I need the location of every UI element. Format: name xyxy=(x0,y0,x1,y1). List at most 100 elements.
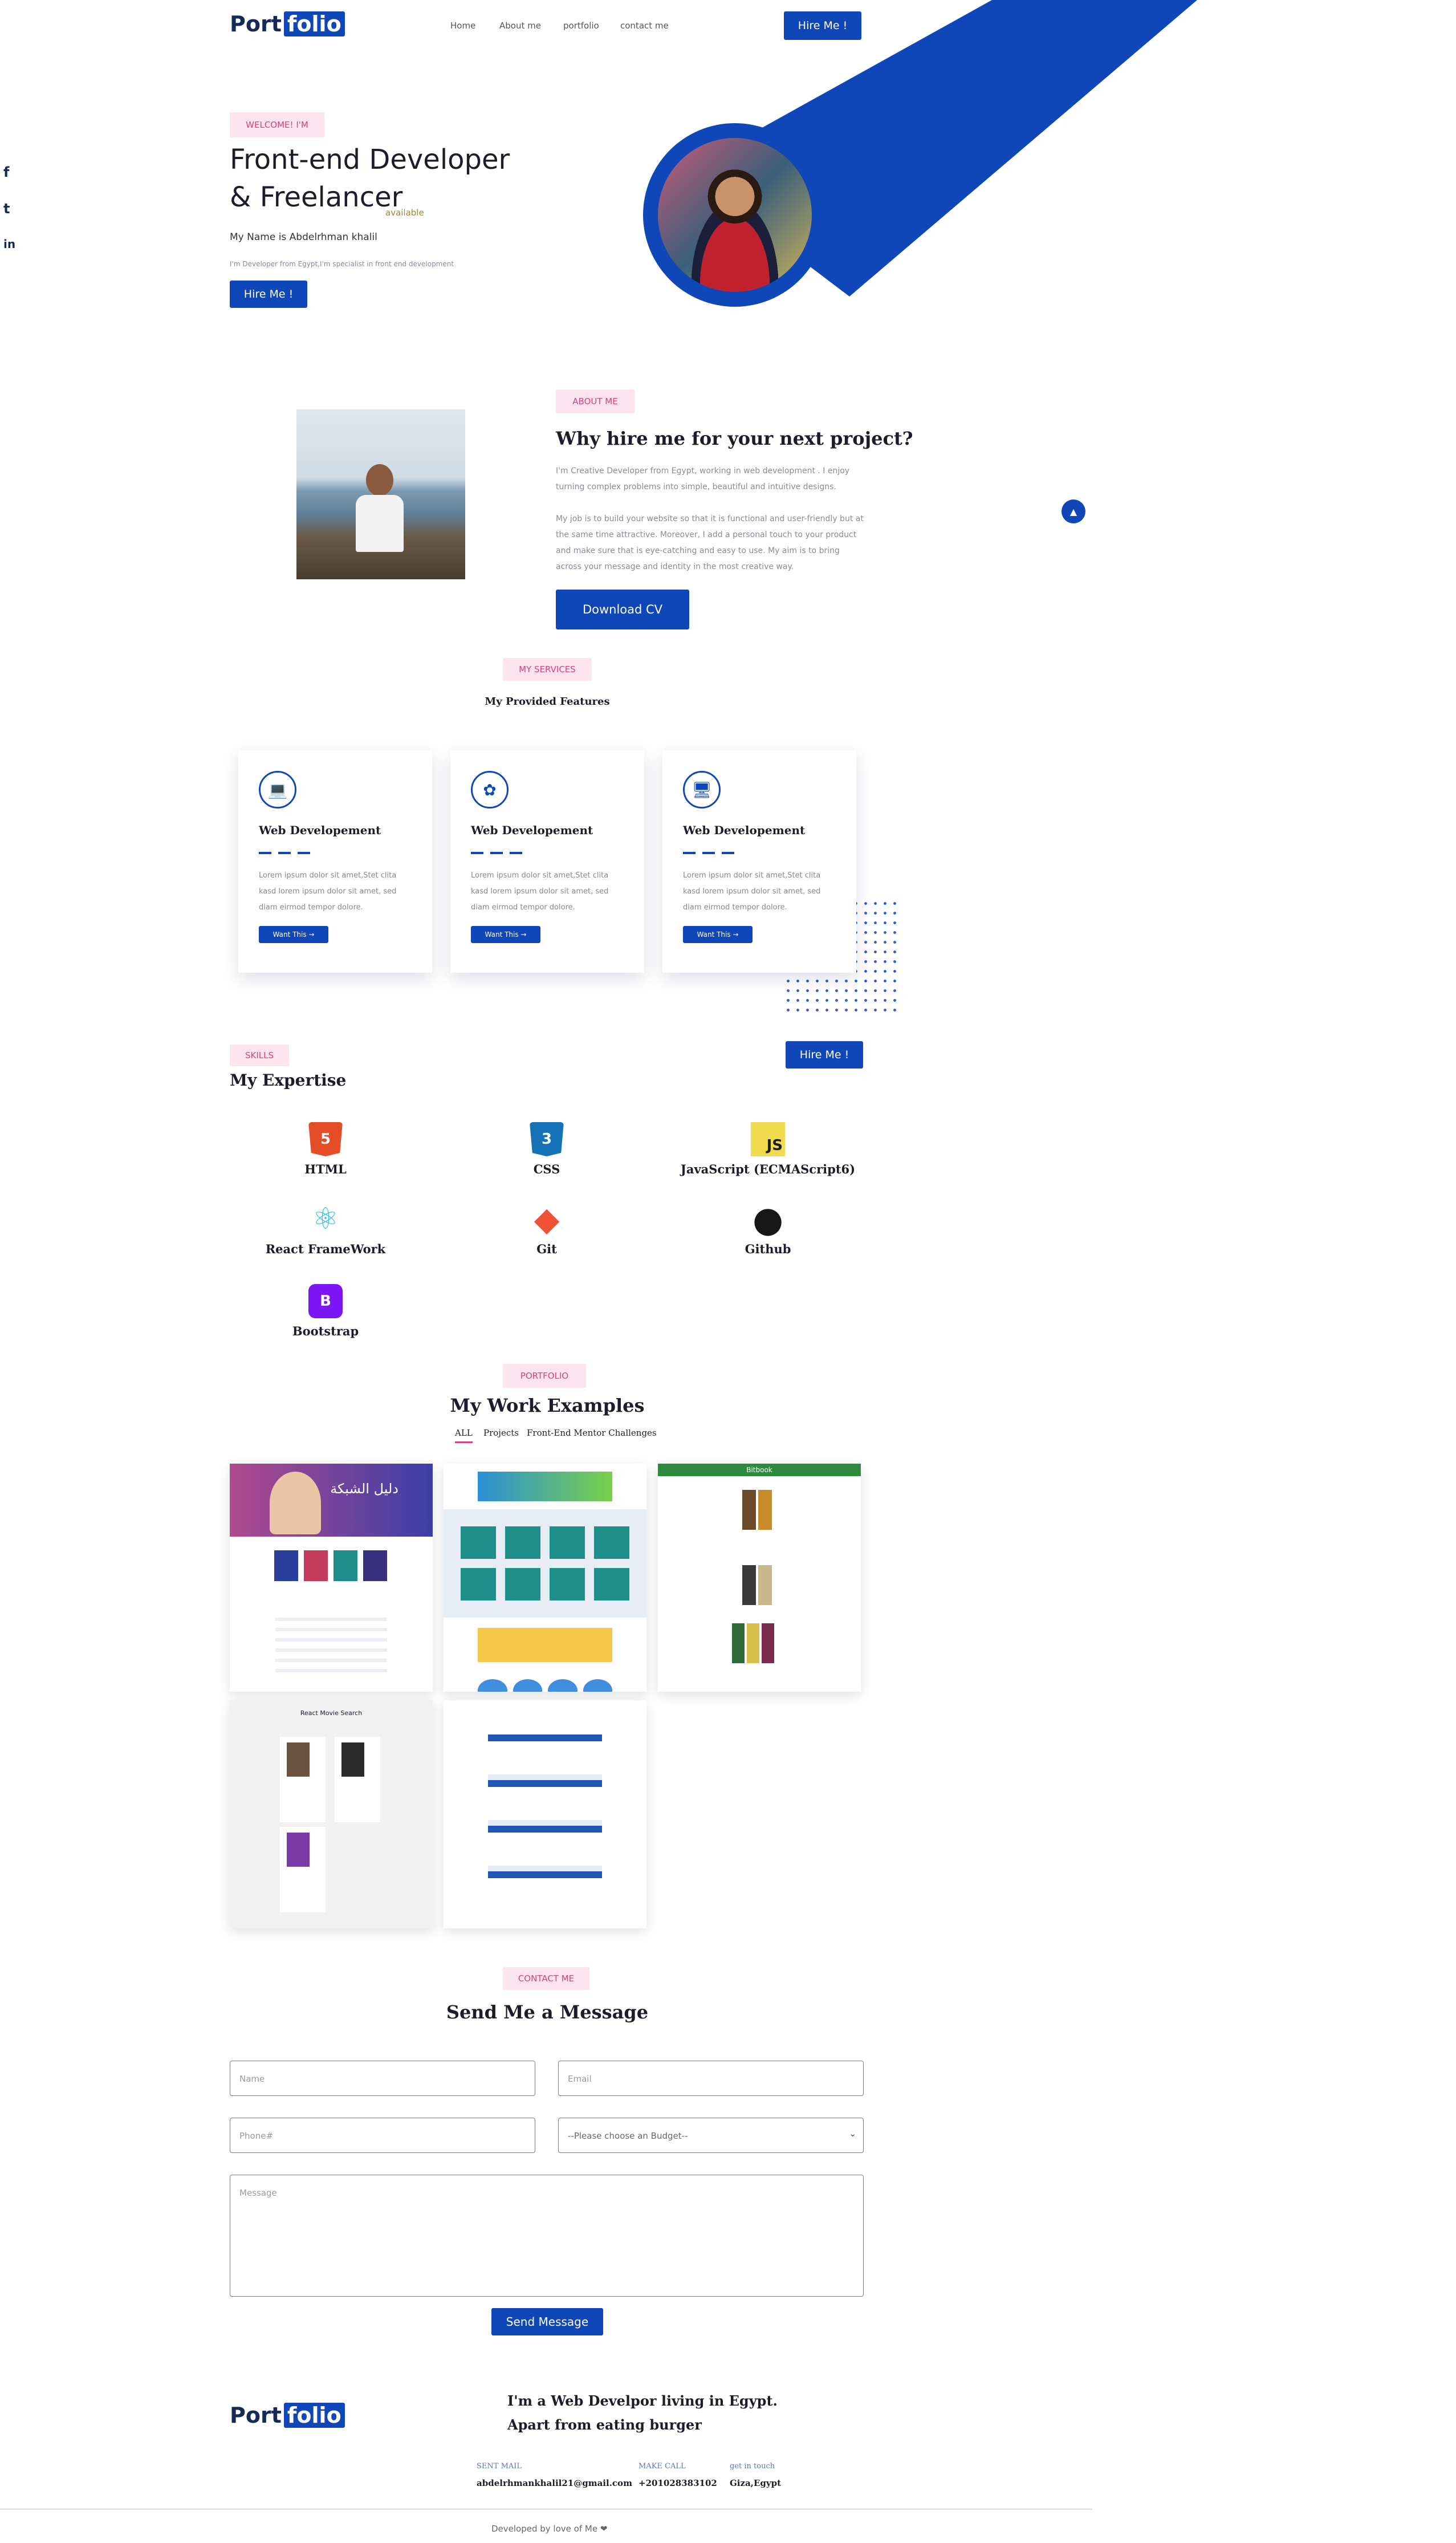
skills-badge: SKILLS xyxy=(230,1045,289,1066)
name-field[interactable]: Name xyxy=(230,2061,535,2096)
service-card: ✿ Web Developement Lorem ipsum dolor sit… xyxy=(450,750,644,973)
skill-label: React FrameWork xyxy=(265,1242,386,1256)
project-screenshot[interactable]: React Movie Search xyxy=(230,1700,433,1928)
skill-label: Github xyxy=(745,1242,791,1256)
service-text: Lorem ipsum dolor sit amet,Stet clita ka… xyxy=(471,871,609,912)
monitor-icon: 🖥 xyxy=(683,771,721,809)
project-screenshot[interactable]: Bitbook xyxy=(658,1464,861,1692)
skill-css: 3 CSS xyxy=(453,1122,641,1176)
hero-available-text: available xyxy=(385,208,424,218)
laptop-icon: 💻 xyxy=(259,771,296,809)
skills-title: My Expertise xyxy=(230,1071,347,1090)
project-heading: React Movie Search xyxy=(300,1709,363,1717)
services-badge: MY SERVICES xyxy=(503,658,592,681)
git-icon: ◆ xyxy=(534,1200,560,1238)
project-heading: دليل الشبكة xyxy=(330,1481,398,1497)
skills-hire-button[interactable]: Hire Me ! xyxy=(786,1041,863,1069)
service-title: Web Developement xyxy=(259,823,381,837)
phone-field[interactable]: Phone# xyxy=(230,2118,535,2153)
arrow-up-icon: ▲ xyxy=(1069,506,1077,517)
nav-about[interactable]: About me xyxy=(499,21,541,31)
email-field[interactable]: Email xyxy=(558,2061,864,2096)
skill-git: ◆ Git xyxy=(453,1200,641,1256)
hero-avatar xyxy=(643,123,827,307)
project-screenshot[interactable] xyxy=(444,1464,646,1692)
skill-label: Bootstrap xyxy=(292,1324,359,1338)
contact-badge: CONTACT ME xyxy=(503,1967,589,1990)
send-message-button[interactable]: Send Message xyxy=(491,2308,603,2335)
divider xyxy=(471,852,522,854)
bootstrap-icon: B xyxy=(308,1284,343,1318)
want-this-button[interactable]: Want This → xyxy=(259,926,328,943)
hero-title-line2: & Freelancer xyxy=(230,181,403,213)
service-card: 🖥 Web Developement Lorem ipsum dolor sit… xyxy=(662,750,856,973)
skill-javascript: JS JavaScript (ECMAScript6) xyxy=(674,1122,862,1176)
divider xyxy=(259,852,310,854)
hero-description: I'm Developer from Egypt,I'm specialist … xyxy=(230,260,454,268)
nav-contact[interactable]: contact me xyxy=(620,21,669,31)
skill-label: CSS xyxy=(533,1162,560,1176)
divider xyxy=(683,852,734,854)
budget-select[interactable]: --Please choose an Budget-- ⌄ xyxy=(558,2118,864,2153)
portfolio-tab-all[interactable]: ALL xyxy=(455,1428,473,1443)
github-icon: ● xyxy=(752,1198,784,1240)
footer-mail[interactable]: abdelrhmankhalil21@gmail.com xyxy=(477,2478,632,2488)
skill-label: HTML xyxy=(304,1162,347,1176)
scroll-top-button[interactable]: ▲ xyxy=(1062,499,1085,523)
brand-part2: folio xyxy=(283,11,345,36)
hero-title-line1: Front-end Developer xyxy=(230,144,510,176)
nav-home[interactable]: Home xyxy=(450,21,475,31)
nav-portfolio[interactable]: portfolio xyxy=(563,21,599,31)
footer-phone[interactable]: +201028383102 xyxy=(638,2478,717,2488)
brand-logo[interactable]: Port folio xyxy=(230,11,345,36)
message-textarea[interactable]: Message xyxy=(230,2175,864,2297)
service-title: Web Developement xyxy=(471,823,593,837)
hero-name: My Name is Abdelrhman khalil xyxy=(230,231,377,243)
services-title: My Provided Features xyxy=(485,696,610,708)
chevron-down-icon: ⌄ xyxy=(849,2128,856,2139)
skill-html: 5 HTML xyxy=(231,1122,420,1176)
project-heading: Bitbook xyxy=(658,1464,861,1476)
skill-bootstrap: B Bootstrap xyxy=(231,1284,420,1338)
brand-part2: folio xyxy=(283,2403,345,2428)
about-title: Why hire me for your next project? xyxy=(556,428,913,449)
html5-icon: 5 xyxy=(308,1122,343,1156)
design-icon: ✿ xyxy=(471,771,509,809)
footer-mail-label: SENT MAIL xyxy=(477,2462,522,2471)
project-screenshot[interactable]: دليل الشبكة xyxy=(230,1464,433,1692)
portfolio-tab-challenges[interactable]: Front-End Mentor Challenges xyxy=(527,1428,657,1438)
hero-badge: WELCOME! I'M xyxy=(230,112,324,137)
react-icon: ⚛ xyxy=(312,1202,339,1236)
budget-select-value: --Please choose an Budget-- xyxy=(568,2131,688,2141)
twitter-icon[interactable]: t xyxy=(3,201,10,217)
project-screenshot[interactable] xyxy=(444,1700,646,1928)
javascript-icon: JS xyxy=(751,1122,785,1156)
footer-tagline-2: Apart from eating burger xyxy=(507,2416,702,2433)
brand-part1: Port xyxy=(230,11,282,36)
skill-react: ⚛ React FrameWork xyxy=(231,1202,420,1256)
skill-github: ● Github xyxy=(674,1198,862,1257)
contact-title: Send Me a Message xyxy=(446,2001,649,2023)
want-this-button[interactable]: Want This → xyxy=(683,926,753,943)
service-text: Lorem ipsum dolor sit amet,Stet clita ka… xyxy=(259,871,397,912)
skill-label: JavaScript (ECMAScript6) xyxy=(680,1162,856,1176)
footer-logo[interactable]: Port folio xyxy=(230,2403,345,2428)
footer-touch-label: get in touch xyxy=(730,2462,775,2471)
download-cv-button[interactable]: Download CV xyxy=(556,590,689,629)
facebook-icon[interactable]: f xyxy=(3,164,9,180)
about-paragraph-1: I'm Creative Developer from Egypt, worki… xyxy=(556,466,850,491)
portfolio-title: My Work Examples xyxy=(450,1395,645,1416)
hero-hire-button[interactable]: Hire Me ! xyxy=(230,281,307,308)
footer-tagline-1: I'm a Web Develpor living in Egypt. xyxy=(507,2392,778,2409)
about-paragraph-2: My job is to build your website so that … xyxy=(556,514,864,571)
linkedin-icon[interactable]: in xyxy=(3,237,15,251)
css3-icon: 3 xyxy=(530,1122,564,1156)
want-this-button[interactable]: Want This → xyxy=(471,926,540,943)
about-photo xyxy=(296,409,465,579)
service-title: Web Developement xyxy=(683,823,806,837)
portfolio-badge: PORTFOLIO xyxy=(503,1364,586,1388)
nav-hire-button[interactable]: Hire Me ! xyxy=(784,11,861,40)
about-badge: ABOUT ME xyxy=(556,389,635,413)
portfolio-tab-projects[interactable]: Projects xyxy=(483,1428,519,1438)
brand-part1: Port xyxy=(230,2403,282,2428)
